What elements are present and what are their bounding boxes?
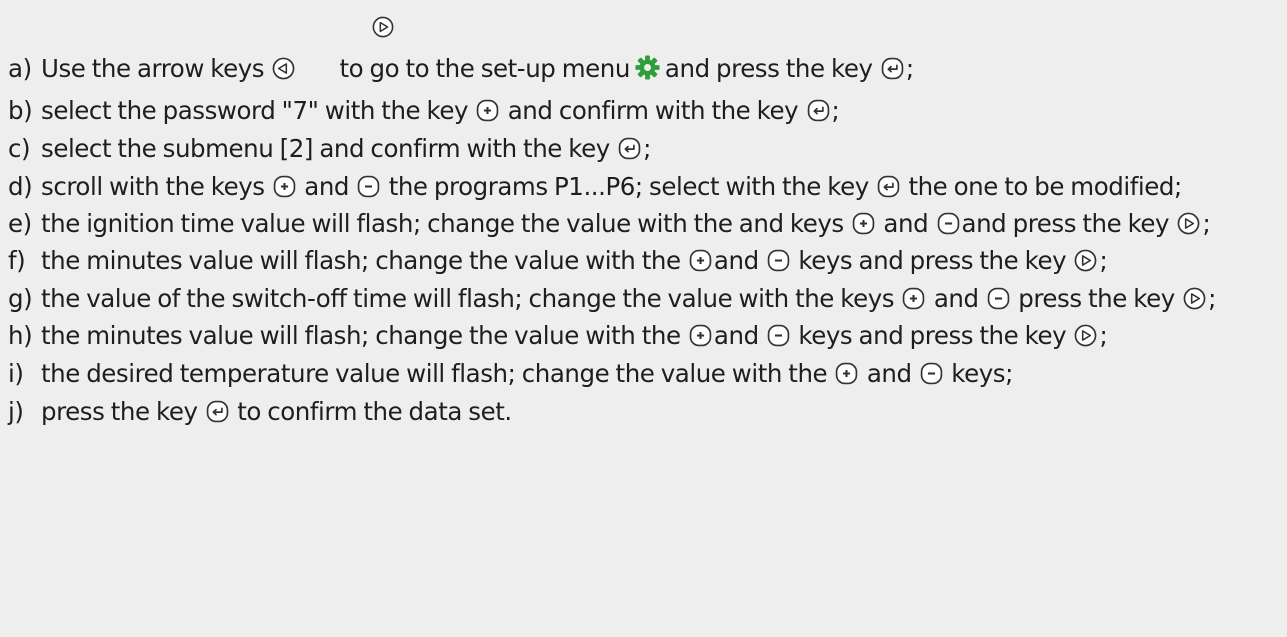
- plus-key-icon: [476, 99, 499, 122]
- step-text: the value of the switch-off time will fl…: [41, 280, 1216, 317]
- enter-key-icon: [206, 400, 229, 423]
- plus-key-icon: [273, 175, 296, 198]
- step-label: e): [8, 209, 32, 238]
- step-f-text-3: keys and press the key: [798, 246, 1067, 275]
- step-e: e) the ignition time value will flash; c…: [8, 205, 1280, 242]
- plus-key-icon: [689, 324, 712, 347]
- instruction-page: a) Use the arrow keys to go to the set-u…: [0, 0, 1287, 637]
- step-e-text-4: ;: [1202, 209, 1211, 238]
- step-list: a) Use the arrow keys to go to the set-u…: [8, 50, 1280, 431]
- plus-key-icon: [852, 212, 875, 235]
- step-i-text-2: and: [866, 359, 912, 388]
- step-j-text-1: press the key: [41, 397, 198, 426]
- step-label: h): [8, 321, 33, 350]
- step-i-text-1: the desired temperature value will flash…: [41, 359, 828, 388]
- step-f-text-2: and: [713, 246, 759, 275]
- step-label: d): [8, 172, 33, 201]
- step-a-text-3: and press the key: [664, 54, 873, 83]
- step-text: the ignition time value will flash; chan…: [41, 205, 1211, 242]
- step-e-text-2: and: [883, 209, 929, 238]
- step-c-text-1: select the submenu [2] and confirm with …: [41, 134, 610, 163]
- minus-key-icon: [767, 324, 790, 347]
- plus-key-icon: [902, 287, 925, 310]
- step-e-text-1: the ignition time value will flash; chan…: [41, 209, 844, 238]
- step-text: press the key to confirm the data set.: [41, 393, 512, 431]
- step-c: c) select the submenu [2] and confirm wi…: [8, 130, 1280, 168]
- play-key-icon: [1177, 212, 1200, 235]
- step-b-text-2: and confirm with the key: [507, 96, 799, 125]
- step-text: Use the arrow keys to go to the set-up m…: [41, 50, 914, 92]
- minus-key-icon: [987, 287, 1010, 310]
- step-b-text-3: ;: [831, 96, 840, 125]
- step-g: g) the value of the switch-off time will…: [8, 280, 1280, 317]
- step-d-text-1: scroll with the keys: [41, 172, 265, 201]
- step-c-text-2: ;: [643, 134, 651, 163]
- enter-key-icon: [807, 99, 830, 122]
- minus-key-icon: [357, 175, 380, 198]
- plus-key-icon: [835, 362, 858, 385]
- step-text: select the password "7" with the key and…: [41, 92, 840, 130]
- step-g-text-4: ;: [1208, 284, 1216, 313]
- step-text: select the submenu [2] and confirm with …: [41, 130, 651, 168]
- step-a: a) Use the arrow keys to go to the set-u…: [8, 50, 1280, 92]
- step-label: i): [8, 359, 24, 388]
- step-h-text-4: ;: [1099, 321, 1108, 350]
- step-text: scroll with the keys and the programs P1…: [41, 168, 1182, 205]
- play-key-icon: [1074, 324, 1097, 347]
- step-g-text-3: press the key: [1018, 284, 1175, 313]
- step-label: b): [8, 96, 33, 125]
- step-d-text-4: the one to be modified;: [908, 172, 1182, 201]
- step-i-text-3: keys;: [951, 359, 1013, 388]
- minus-key-icon: [937, 212, 960, 235]
- step-j: j) press the key to confirm the data set…: [8, 393, 1280, 431]
- enter-key-icon: [618, 137, 641, 160]
- enter-key-icon: [881, 57, 904, 80]
- step-label: c): [8, 134, 31, 163]
- play-key-icon: [1183, 287, 1206, 310]
- play-key-icon: [372, 16, 394, 42]
- step-a-text-4: ;: [905, 54, 914, 83]
- gear-icon: [634, 54, 661, 92]
- step-h-text-1: the minutes value will flash; change the…: [41, 321, 681, 350]
- step-label: a): [8, 54, 32, 83]
- play-key-icon: [1074, 249, 1097, 272]
- step-j-text-2: to confirm the data set.: [237, 397, 512, 426]
- step-h: h) the minutes value will flash; change …: [8, 317, 1280, 355]
- step-d: d) scroll with the keys and the programs…: [8, 168, 1280, 205]
- minus-key-icon: [920, 362, 943, 385]
- step-b: b) select the password "7" with the key …: [8, 92, 1280, 130]
- back-key-icon: [272, 57, 295, 80]
- step-label: g): [8, 284, 33, 313]
- step-b-text-1: select the password "7" with the key: [41, 96, 469, 125]
- step-f-text-4: ;: [1099, 246, 1108, 275]
- step-f: f) the minutes value will flash; change …: [8, 242, 1280, 280]
- step-h-text-2: and: [713, 321, 759, 350]
- step-d-text-3: the programs P1...P6; select with the ke…: [388, 172, 869, 201]
- step-a-text-1: Use the arrow keys: [41, 54, 265, 83]
- minus-key-icon: [767, 249, 790, 272]
- step-text: the minutes value will flash; change the…: [41, 242, 1108, 280]
- step-text: the desired temperature value will flash…: [41, 355, 1013, 393]
- step-d-text-2: and: [304, 172, 350, 201]
- enter-key-icon: [877, 175, 900, 198]
- step-e-text-3: and press the key: [961, 209, 1170, 238]
- step-i: i) the desired temperature value will fl…: [8, 355, 1280, 393]
- step-label: f): [8, 246, 26, 275]
- step-g-text-1: the value of the switch-off time will fl…: [41, 284, 895, 313]
- step-g-text-2: and: [933, 284, 979, 313]
- step-label: j): [8, 397, 24, 426]
- plus-key-icon: [689, 249, 712, 272]
- step-text: the minutes value will flash; change the…: [41, 317, 1108, 355]
- step-h-text-3: keys and press the key: [798, 321, 1067, 350]
- step-f-text-1: the minutes value will flash; change the…: [41, 246, 681, 275]
- step-a-text-2: to go to the set-up menu: [339, 54, 630, 83]
